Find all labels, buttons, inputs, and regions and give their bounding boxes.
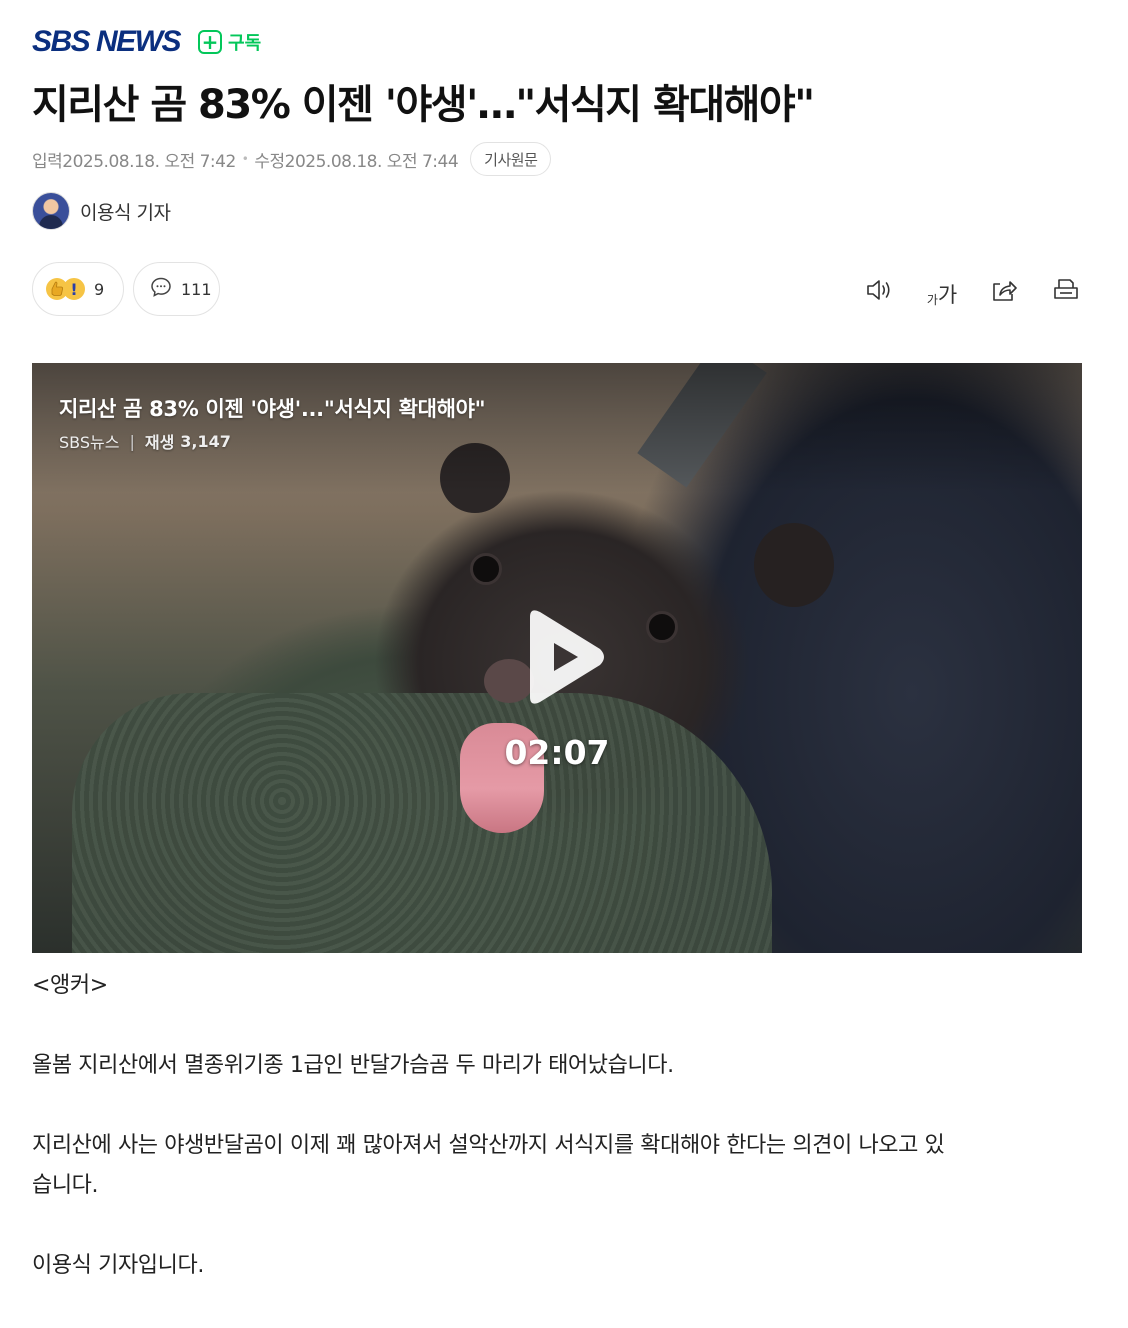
font-size-icon[interactable]: 가 가: [926, 274, 958, 307]
reaction-toolbar: ! 9 111 가 가: [32, 262, 1082, 316]
comment-icon: [149, 275, 173, 303]
video-title: 지리산 곰 83% 이젠 '야생'..."서식지 확대해야": [59, 397, 486, 421]
subscribe-label: 구독: [228, 33, 262, 54]
subscribe-button[interactable]: + 구독: [198, 29, 261, 55]
reporter-info[interactable]: 이용식 기자: [32, 192, 171, 230]
meta-separator: •: [241, 152, 249, 166]
published-date: 2025.08.18. 오전 7:42: [62, 151, 236, 172]
comment-count: 111: [181, 279, 212, 299]
video-frame-detail: [646, 611, 678, 643]
reaction-button[interactable]: ! 9: [32, 262, 124, 316]
video-player[interactable]: 지리산 곰 83% 이젠 '야생'..."서식지 확대해야" SBS뉴스 | 재…: [32, 363, 1082, 953]
thumbs-up-icon: [46, 278, 68, 300]
reaction-count: 9: [94, 279, 105, 299]
anchor-tag: <앵커>: [32, 973, 108, 998]
plus-icon: +: [198, 30, 223, 54]
print-icon[interactable]: [1050, 274, 1082, 306]
video-info-divider: |: [129, 431, 135, 451]
share-icon[interactable]: [988, 274, 1020, 306]
article-paragraph: 지리산에 사는 야생반달곰이 이제 꽤 많아져서 설악산까지 서식지를 확대해야…: [32, 1133, 945, 1158]
article-paragraph: 올봄 지리산에서 멸종위기종 1급인 반달가슴곰 두 마리가 태어났습니다.: [32, 1053, 674, 1078]
modified-label: 수정: [254, 151, 285, 172]
play-icon[interactable]: [518, 607, 608, 707]
press-logo[interactable]: SBS NEWS: [32, 24, 182, 60]
published-label: 입력: [32, 151, 63, 172]
video-duration: 02:07: [504, 733, 610, 772]
reporter-avatar[interactable]: [32, 192, 70, 230]
article-title: 지리산 곰 83% 이젠 '야생'…"서식지 확대해야": [32, 82, 815, 128]
video-overlay-shade: [32, 363, 1082, 493]
video-frame-detail: [470, 553, 502, 585]
video-frame-detail: [72, 693, 772, 953]
speaker-icon[interactable]: [864, 274, 896, 306]
video-frame-detail: [754, 523, 834, 607]
article-tools: 가 가: [834, 274, 1082, 306]
press-header: SBS NEWS + 구독: [32, 24, 261, 60]
font-small-label: 가: [926, 293, 938, 307]
article-paragraph: 이용식 기자입니다.: [32, 1253, 204, 1278]
video-info: SBS뉴스 | 재생 3,147: [59, 429, 231, 453]
article-paragraph: 습니다.: [32, 1173, 99, 1198]
article-meta: 입력 2025.08.18. 오전 7:42 • 수정 2025.08.18. …: [32, 141, 552, 177]
video-plays-label: 재생: [144, 433, 175, 452]
video-plays-count: 3,147: [180, 431, 231, 451]
font-big-label: 가: [937, 283, 958, 307]
reporter-name[interactable]: 이용식 기자: [80, 198, 171, 225]
comment-button[interactable]: 111: [133, 262, 220, 316]
modified-date: 2025.08.18. 오전 7:44: [284, 151, 459, 172]
original-article-button[interactable]: 기사원문: [470, 142, 552, 176]
video-channel: SBS뉴스: [59, 433, 120, 452]
